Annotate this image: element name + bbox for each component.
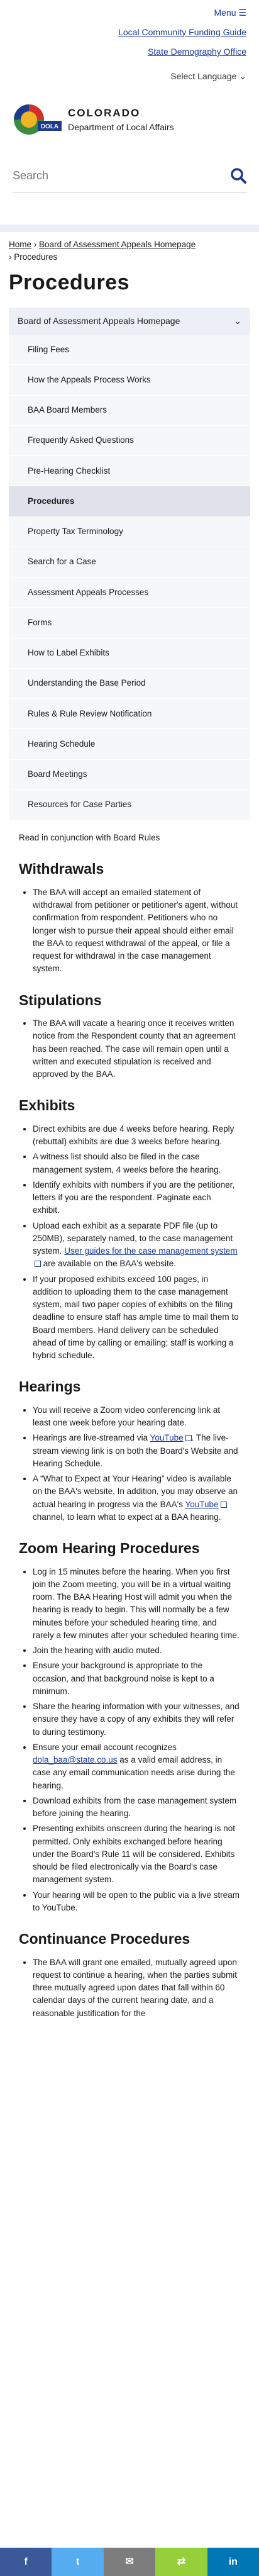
- email-share-button[interactable]: ✉: [103, 2548, 156, 2576]
- breadcrumb-separator: ›: [9, 252, 12, 262]
- exhibits-heading: Exhibits: [19, 1097, 75, 1114]
- main-content: Withdrawals The BAA will accept an email…: [0, 858, 259, 2020]
- funding-guide-link[interactable]: Local Community Funding Guide: [13, 26, 246, 39]
- language-selector[interactable]: Select Language ⌄: [13, 70, 246, 83]
- site-search: [13, 161, 246, 193]
- hearings-heading: Hearings: [19, 1378, 81, 1395]
- zoom-procedures-heading: Zoom Hearing Procedures: [19, 1540, 200, 1557]
- nav-item-search-case[interactable]: Search for a Case: [9, 547, 250, 578]
- list-item-text: Ensure your email account recognizes: [33, 1742, 177, 1752]
- list-item-text: are available on the BAA's website.: [41, 1259, 176, 1269]
- nav-item-board-members[interactable]: BAA Board Members: [9, 395, 250, 426]
- nav-item-appeals-processes[interactable]: Assessment Appeals Processes: [9, 577, 250, 608]
- demography-office-link[interactable]: State Demography Office: [13, 45, 246, 59]
- section-nav: Board of Assessment Appeals Homepage ⌄ F…: [9, 308, 250, 821]
- nav-item-board-meetings[interactable]: Board Meetings: [9, 759, 250, 790]
- youtube-link[interactable]: YouTube: [150, 1433, 184, 1442]
- language-label[interactable]: Select Language: [170, 71, 236, 81]
- nav-item-resources[interactable]: Resources for Case Parties: [9, 789, 250, 821]
- intro-text: Read in conjunction with Board Rules: [19, 833, 160, 843]
- share-bar: f t ✉ ⇄ in: [0, 2548, 259, 2576]
- list-item-text: channel, to learn what to expect at a BA…: [33, 1512, 221, 1522]
- breadcrumb-parent[interactable]: Board of Assessment Appeals Homepage: [39, 240, 196, 249]
- list-item: Share the hearing information with your …: [33, 1700, 240, 1739]
- list-item: Your hearing will be open to the public …: [33, 1889, 240, 1915]
- nav-item-faq[interactable]: Frequently Asked Questions: [9, 425, 250, 457]
- share-button[interactable]: ⇄: [155, 2548, 207, 2576]
- external-link-icon: [35, 1261, 41, 1268]
- list-item-text: Hearings are live-streamed via: [33, 1433, 150, 1443]
- breadcrumb-current: Procedures: [14, 252, 58, 262]
- breadcrumb: Home › Board of Assessment Appeals Homep…: [0, 232, 259, 263]
- external-link-icon: [185, 1435, 192, 1442]
- nav-item-pre-hearing-checklist[interactable]: Pre-Hearing Checklist: [9, 456, 250, 487]
- email-icon: ✉: [125, 2556, 134, 2567]
- withdrawals-heading: Withdrawals: [19, 861, 104, 878]
- nav-item-base-period[interactable]: Understanding the Base Period: [9, 668, 250, 700]
- list-item: A witness list should also be filed in t…: [33, 1151, 240, 1176]
- breadcrumb-home[interactable]: Home: [9, 240, 31, 249]
- twitter-share-button[interactable]: t: [52, 2548, 104, 2576]
- list-item: Ensure your background is appropriate to…: [33, 1659, 240, 1698]
- list-item: If your proposed exhibits exceed 100 pag…: [33, 1273, 240, 1363]
- list-item: Presenting exhibits onscreen during the …: [33, 1822, 240, 1886]
- svg-text:DOLA: DOLA: [41, 123, 58, 130]
- nav-item-rules[interactable]: Rules & Rule Review Notification: [9, 699, 250, 730]
- utility-bar: Menu ☰ Local Community Funding Guide Sta…: [0, 0, 259, 83]
- logo-subtitle: Department of Local Affairs: [68, 122, 174, 133]
- nav-item-forms[interactable]: Forms: [9, 608, 250, 638]
- menu-toggle[interactable]: Menu ☰: [13, 6, 246, 20]
- nav-item-appeals-process[interactable]: How the Appeals Process Works: [9, 365, 250, 396]
- chevron-down-icon: ⌄: [239, 71, 246, 81]
- list-item: A “What to Expect at Your Hearing” video…: [33, 1473, 240, 1524]
- divider-strip: [0, 225, 259, 232]
- facebook-share-button[interactable]: f: [0, 2548, 52, 2576]
- stipulations-heading: Stipulations: [19, 991, 102, 1008]
- logo-title: COLORADO: [68, 106, 141, 119]
- section-nav-toggle[interactable]: Board of Assessment Appeals Homepage ⌄: [9, 308, 250, 335]
- list-item: Log in 15 minutes before the hearing. Wh…: [33, 1566, 240, 1642]
- list-item: Download exhibits from the case manageme…: [33, 1795, 240, 1820]
- list-item: The BAA will accept an emailed statement…: [33, 886, 240, 976]
- baa-email-link[interactable]: dola_baa@state.co.us: [33, 1755, 118, 1765]
- menu-label[interactable]: Menu: [214, 8, 236, 18]
- facebook-icon: f: [24, 2556, 28, 2567]
- chevron-down-icon[interactable]: ⌄: [234, 315, 241, 328]
- list-item: Join the hearing with audio muted.: [33, 1644, 240, 1657]
- nav-item-filing-fees[interactable]: Filing Fees: [9, 335, 250, 365]
- nav-item-terminology[interactable]: Property Tax Terminology: [9, 516, 250, 547]
- search-input[interactable]: [13, 169, 201, 182]
- list-item: Hearings are live-streamed via YouTube. …: [33, 1432, 240, 1470]
- linkedin-icon: in: [228, 2556, 238, 2567]
- dola-logo-icon: DOLA: [13, 102, 63, 137]
- youtube-channel-link[interactable]: YouTube: [185, 1500, 218, 1509]
- continuance-heading: Continuance Procedures: [19, 1931, 190, 1948]
- list-item: The BAA will grant one emailed, mutually…: [33, 1956, 240, 2020]
- nav-item-label-exhibits[interactable]: How to Label Exhibits: [9, 638, 250, 669]
- external-link-icon: [220, 1501, 227, 1508]
- linkedin-share-button[interactable]: in: [207, 2548, 259, 2576]
- list-item: You will receive a Zoom video conferenci…: [33, 1404, 240, 1430]
- nav-item-procedures[interactable]: Procedures: [9, 486, 250, 517]
- list-item: Identify exhibits with numbers if you ar…: [33, 1179, 240, 1217]
- page-title: Procedures: [9, 270, 130, 295]
- hamburger-icon[interactable]: ☰: [238, 8, 246, 18]
- list-item: Direct exhibits are due 4 weeks before h…: [33, 1123, 240, 1149]
- share-icon: ⇄: [177, 2556, 186, 2567]
- list-item: Ensure your email account recognizes dol…: [33, 1741, 240, 1792]
- nav-item-hearing-schedule[interactable]: Hearing Schedule: [9, 729, 250, 760]
- user-guides-link[interactable]: User guides for the case management syst…: [64, 1246, 237, 1256]
- site-logo[interactable]: DOLA COLORADO Department of Local Affair…: [0, 83, 259, 150]
- list-item: Upload each exhibit as a separate PDF fi…: [33, 1220, 240, 1271]
- breadcrumb-separator: ›: [33, 240, 37, 249]
- section-nav-heading[interactable]: Board of Assessment Appeals Homepage: [18, 315, 180, 328]
- search-icon[interactable]: [230, 167, 246, 184]
- list-item: The BAA will vacate a hearing once it re…: [33, 1017, 240, 1081]
- twitter-icon: t: [75, 2556, 80, 2567]
